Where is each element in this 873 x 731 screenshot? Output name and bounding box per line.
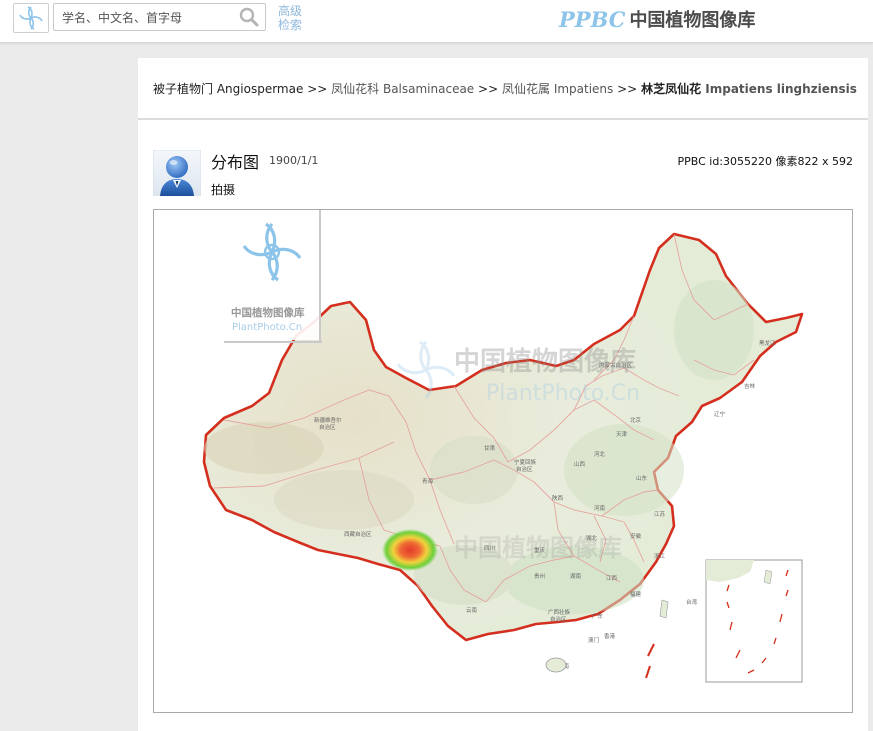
svg-text:自治区: 自治区 (319, 423, 336, 431)
brand-logo[interactable]: PPBC 中国植物图像库 (559, 6, 755, 32)
svg-text:河南: 河南 (594, 504, 606, 512)
breadcrumb-latin: Impatiens linghziensis (705, 82, 857, 96)
svg-text:天津: 天津 (616, 431, 628, 438)
svg-text:湖南: 湖南 (570, 572, 582, 580)
site-logo-icon[interactable] (13, 3, 49, 33)
svg-text:北京: 北京 (630, 416, 642, 424)
svg-text:西藏自治区: 西藏自治区 (344, 530, 372, 538)
svg-text:安徽: 安徽 (630, 532, 642, 540)
svg-text:甘肃: 甘肃 (484, 444, 496, 452)
svg-text:澳门: 澳门 (588, 636, 599, 644)
advanced-search-link[interactable]: 高级 检索 (278, 4, 308, 32)
breadcrumb-item-family[interactable]: 凤仙花科 Balsaminaceae (331, 82, 474, 96)
svg-text:江苏: 江苏 (654, 510, 666, 518)
breadcrumb-item-genus[interactable]: 凤仙花属 Impatiens (502, 82, 613, 96)
svg-text:陕西: 陕西 (552, 494, 564, 502)
distribution-heat-spot[interactable] (382, 529, 438, 571)
svg-text:自治区: 自治区 (550, 615, 567, 623)
distribution-map[interactable]: 新疆维吾尔 自治区 西藏自治区 青海 甘肃 内蒙古自治区 黑龙江 吉林 辽宁 北… (153, 209, 853, 713)
watermark-badge: 中国植物图像库 PlantPhoto.Cn (224, 210, 322, 343)
breadcrumb-separator: >> (478, 82, 499, 96)
taiwan-island (659, 599, 669, 619)
user-avatar[interactable] (152, 149, 202, 197)
breadcrumb-latin: Balsaminaceae (382, 82, 475, 96)
photo-date: 1900/1/1 (269, 154, 319, 167)
south-china-sea-inset (705, 559, 803, 683)
brand-chinese: 中国植物图像库 (629, 10, 756, 31)
search-input[interactable] (60, 8, 234, 28)
breadcrumb-separator: >> (617, 82, 638, 96)
svg-text:中国植物图像库: 中国植物图像库 (454, 534, 622, 562)
svg-text:黑龙江: 黑龙江 (759, 339, 776, 347)
svg-text:台湾: 台湾 (686, 598, 698, 606)
svg-text:香港: 香港 (604, 632, 616, 640)
search-box (53, 3, 266, 31)
breadcrumb-cn: 林芝凤仙花 (641, 82, 702, 96)
breadcrumb-current-species[interactable]: 林芝凤仙花 Impatiens linghziensis (641, 82, 857, 96)
svg-text:贵州: 贵州 (534, 572, 545, 580)
svg-text:新疆维吾尔: 新疆维吾尔 (314, 416, 342, 424)
breadcrumb-item-phylum[interactable]: 被子植物门 Angiospermae (153, 82, 303, 96)
svg-text:广西壮族: 广西壮族 (548, 608, 571, 616)
svg-text:江西: 江西 (606, 575, 618, 582)
svg-text:宁夏回族: 宁夏回族 (514, 458, 537, 466)
svg-text:福建: 福建 (630, 590, 642, 598)
svg-text:广东: 广东 (592, 612, 604, 620)
svg-text:浙江: 浙江 (654, 552, 666, 560)
svg-text:山西: 山西 (574, 460, 586, 468)
search-icon[interactable] (239, 7, 259, 30)
photo-shot-label: 拍摄 (211, 183, 236, 197)
breadcrumb-cn: 被子植物门 (153, 82, 214, 96)
top-header: 高级 检索 PPBC 中国植物图像库 (0, 0, 873, 43)
breadcrumb-separator: >> (307, 82, 328, 96)
breadcrumb: 被子植物门 Angiospermae >> 凤仙花科 Balsaminaceae… (153, 80, 857, 97)
svg-text:青海: 青海 (422, 477, 434, 485)
breadcrumb-latin: Impatiens (553, 82, 614, 96)
maritime-line (645, 643, 655, 679)
watermark-cn: 中国植物图像库 (231, 306, 305, 319)
distribution-map-image: 新疆维吾尔 自治区 西藏自治区 青海 甘肃 内蒙古自治区 黑龙江 吉林 辽宁 北… (202, 210, 804, 683)
brand-latin: PPBC (559, 6, 626, 32)
svg-text:辽宁: 辽宁 (714, 410, 726, 418)
center-watermark-en: PlantPhoto.Cn (486, 381, 640, 406)
hainan-island (545, 657, 567, 673)
main-content: 被子植物门 Angiospermae >> 凤仙花科 Balsaminaceae… (138, 58, 868, 731)
svg-text:吉林: 吉林 (744, 382, 756, 390)
svg-text:自治区: 自治区 (516, 465, 533, 473)
svg-text:山东: 山东 (636, 474, 648, 482)
photo-title: 分布图 (211, 153, 260, 172)
center-watermark-cn: 中国植物图像库 (454, 347, 636, 377)
breadcrumb-cn: 凤仙花科 (331, 82, 380, 96)
watermark-en: PlantPhoto.Cn (232, 322, 302, 333)
svg-text:河北: 河北 (594, 450, 606, 458)
advanced-search-label-2: 检索 (278, 18, 303, 32)
advanced-search-label-1: 高级 (278, 4, 303, 18)
svg-text:云南: 云南 (466, 606, 478, 614)
divider (138, 118, 868, 120)
breadcrumb-cn: 凤仙花属 (501, 82, 550, 96)
breadcrumb-latin: Angiospermae (216, 82, 304, 96)
photo-info: PPBC id:3055220 像素822 x 592 (677, 155, 853, 168)
